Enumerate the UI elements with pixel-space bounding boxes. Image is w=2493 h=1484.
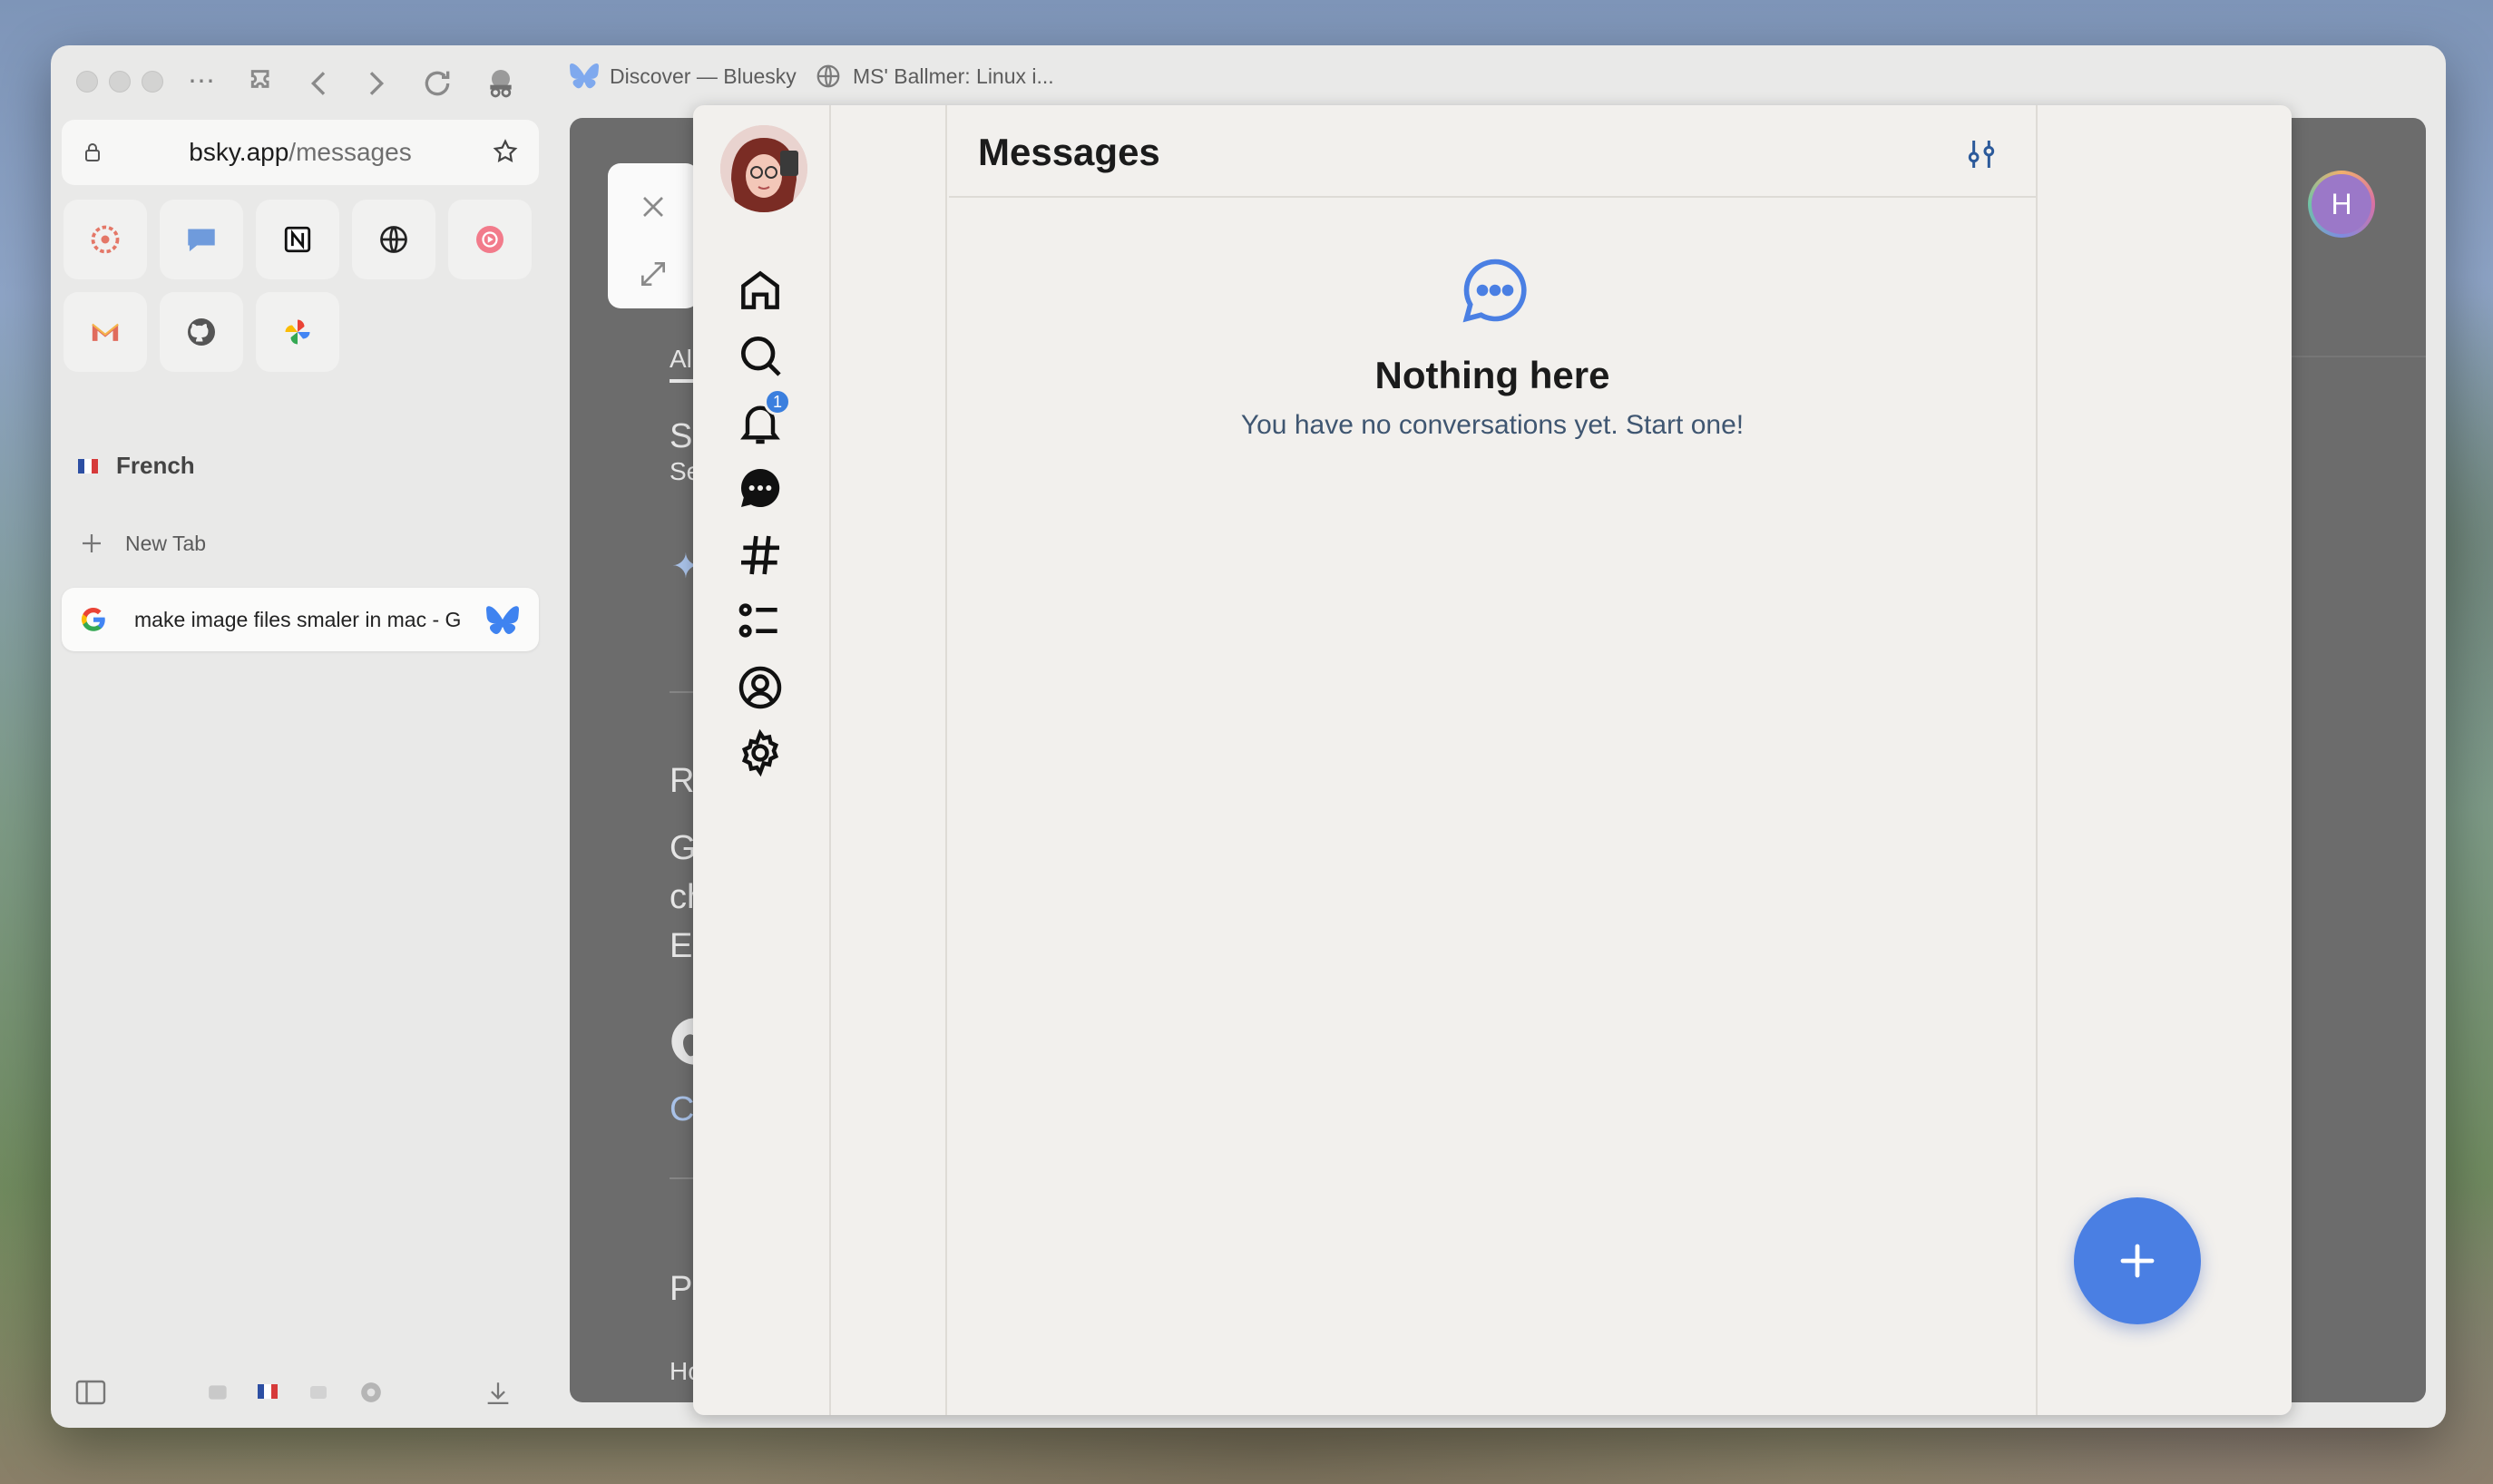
- music-play-icon: [476, 226, 503, 253]
- browser-window: ⋯ bsky.app/messages French New Tab make …: [51, 45, 2446, 1428]
- avatar-illustration-icon: [720, 125, 807, 212]
- list-icon: [738, 603, 777, 638]
- chat-settings-icon[interactable]: [1963, 136, 1999, 172]
- favorite-tile[interactable]: [64, 292, 147, 372]
- spacer-column: [831, 105, 947, 1415]
- favorite-tile[interactable]: [160, 200, 243, 279]
- favorite-tile[interactable]: [448, 200, 532, 279]
- new-conversation-button[interactable]: [2074, 1197, 2201, 1324]
- globe-icon: [816, 64, 840, 88]
- globe-icon: [380, 226, 407, 253]
- split-tab-discover[interactable]: Discover — Bluesky: [570, 58, 797, 94]
- sidebar-tab-item[interactable]: make image files smaler in mac - G: [62, 588, 539, 651]
- divider: [2292, 356, 2426, 357]
- extensions-icon[interactable]: [245, 65, 281, 102]
- chat-nav-button[interactable]: [735, 463, 786, 513]
- more-icon[interactable]: ⋯: [183, 63, 220, 100]
- space-globe-icon[interactable]: [359, 1381, 383, 1404]
- plus-icon: [2120, 1244, 2155, 1278]
- url-text: bsky.app/messages: [189, 138, 412, 166]
- window-controls: [76, 71, 163, 93]
- url-bar[interactable]: bsky.app/messages: [62, 120, 539, 185]
- gear-icon: [741, 728, 779, 777]
- close-icon[interactable]: [635, 189, 671, 225]
- lists-nav-button[interactable]: [735, 595, 786, 646]
- home-icon: [741, 270, 779, 309]
- favorite-tile[interactable]: [64, 200, 147, 279]
- user-avatar[interactable]: H: [2308, 171, 2375, 238]
- github-icon: [188, 318, 215, 346]
- france-space-icon[interactable]: [258, 1384, 278, 1399]
- empty-state-subtitle: You have no conversations yet. Start one…: [1240, 410, 1745, 440]
- zoom-window-button[interactable]: [142, 71, 163, 93]
- notification-badge: 1: [764, 388, 791, 415]
- settings-nav-button[interactable]: [735, 727, 786, 778]
- browser-sidebar: ⋯ bsky.app/messages French New Tab make …: [51, 45, 559, 1428]
- bluesky-nav: 1: [693, 105, 831, 1415]
- split-view-popover: [608, 163, 699, 308]
- space-dot-icon[interactable]: [207, 1382, 230, 1402]
- messages-column: Messages Nothing here You have no conver…: [949, 105, 2038, 1415]
- spiral-logo-icon: [91, 225, 120, 254]
- chat-bubble-icon: [188, 229, 215, 252]
- feeds-nav-button[interactable]: [735, 530, 786, 581]
- user-circle-icon: [738, 666, 782, 709]
- plus-icon: [83, 534, 101, 552]
- favorite-tile[interactable]: [256, 200, 339, 279]
- photos-pinwheel-icon: [285, 319, 310, 345]
- notifications-nav-button[interactable]: 1: [735, 388, 791, 448]
- split-tab-ballmer[interactable]: MS' Ballmer: Linux i...: [815, 58, 1054, 94]
- sidebar-toggle-icon[interactable]: [74, 1379, 107, 1406]
- pinned-favorites: [64, 200, 532, 372]
- google-icon: [81, 607, 105, 631]
- minimize-window-button[interactable]: [109, 71, 131, 93]
- search-nav-button[interactable]: [735, 330, 786, 381]
- butterfly-icon: [570, 63, 599, 89]
- reload-icon[interactable]: [419, 65, 455, 102]
- messages-header: Messages: [949, 105, 2036, 198]
- notion-icon: [284, 226, 311, 253]
- profile-avatar[interactable]: [720, 125, 807, 212]
- search-icon: [741, 337, 781, 376]
- new-tab-button[interactable]: New Tab: [78, 530, 206, 557]
- bluesky-panel: 1 Messages Nothing here You have no conv…: [693, 105, 2292, 1415]
- incognito-icon[interactable]: [483, 65, 519, 102]
- bookmark-star-icon[interactable]: [492, 138, 519, 165]
- gmail-icon: [92, 323, 119, 341]
- hashtag-icon: [741, 535, 779, 575]
- downloads-icon[interactable]: [483, 1379, 513, 1410]
- empty-state-title: Nothing here: [1374, 354, 1610, 396]
- back-icon[interactable]: [301, 65, 337, 102]
- favorite-tile[interactable]: [256, 292, 339, 372]
- sidebar-bottom-bar: [51, 1355, 559, 1428]
- profile-nav-button[interactable]: [735, 662, 786, 713]
- empty-chat-icon: [1462, 259, 1527, 323]
- expand-icon[interactable]: [635, 256, 671, 292]
- favorite-tile[interactable]: [352, 200, 435, 279]
- forward-icon[interactable]: [357, 65, 394, 102]
- chat-filled-icon: [740, 468, 780, 507]
- space-label[interactable]: French: [78, 452, 195, 480]
- space-dot-icon[interactable]: [308, 1382, 330, 1402]
- bluesky-butterfly-icon: [486, 606, 519, 634]
- close-window-button[interactable]: [76, 71, 98, 93]
- page-title: Messages: [978, 131, 1160, 173]
- france-flag-icon: [78, 458, 98, 474]
- favorite-tile[interactable]: [160, 292, 243, 372]
- home-nav-button[interactable]: [735, 265, 786, 316]
